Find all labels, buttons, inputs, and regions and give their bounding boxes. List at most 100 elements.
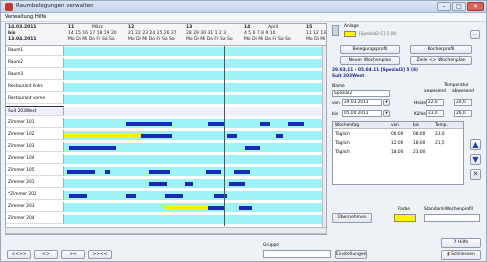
booking-bar[interactable] <box>234 170 250 174</box>
von-date-field[interactable]: 29.03.2011 <box>342 99 382 106</box>
kochprofil-button[interactable]: Kocherprofil <box>410 45 472 54</box>
von-date-dropdown[interactable]: ▾ <box>383 99 390 106</box>
room-label[interactable]: *Zimmer 202 <box>6 190 64 200</box>
vertical-scrollbar[interactable] <box>322 46 326 234</box>
anlage-select-button[interactable]: … <box>470 30 480 39</box>
standard-wochenprofil-select[interactable] <box>424 214 480 222</box>
table-row[interactable]: Täglich 12:00 18:00 21,5 <box>333 139 463 148</box>
room-timeline[interactable] <box>64 107 322 117</box>
booking-bar[interactable] <box>208 206 224 210</box>
room-timeline[interactable] <box>64 131 322 141</box>
nav-next-button[interactable]: >< <box>61 250 85 259</box>
room-label[interactable]: Zimmer 101 <box>6 118 64 128</box>
booking-bar[interactable] <box>149 182 168 186</box>
room-label[interactable]: Restaurant vorne <box>6 94 64 104</box>
month-label: März <box>92 25 103 30</box>
room-timeline[interactable] <box>64 71 322 81</box>
booking-bar[interactable] <box>105 170 111 174</box>
room-timeline[interactable] <box>64 95 322 105</box>
room-label[interactable]: Zimmer 104 <box>6 154 64 164</box>
heizen-abwesend-field[interactable]: 20,0 <box>454 99 472 106</box>
booking-bar[interactable] <box>275 134 284 138</box>
booking-bar[interactable] <box>125 122 173 126</box>
heizen-anwesend-field[interactable]: 22,0 <box>426 99 444 106</box>
schliessen-button[interactable]: ▮ Schliessen <box>441 250 481 260</box>
move-up-button[interactable]: ▲ <box>470 139 481 150</box>
bis-date-field[interactable]: 05.04.2011 <box>342 110 382 117</box>
room-timeline[interactable] <box>64 143 322 153</box>
horizontal-scrollbar[interactable] <box>5 227 327 234</box>
room-timeline[interactable] <box>64 167 322 177</box>
nav-first-button[interactable]: <<>> <box>7 250 31 259</box>
room-label[interactable]: Zimmer 201 <box>6 178 64 188</box>
booking-bar[interactable] <box>208 122 224 126</box>
kuehlen-anwesend-field[interactable]: 23,0 <box>426 110 444 117</box>
booking-bar[interactable] <box>229 182 245 186</box>
kuehlen-abwesend-field[interactable]: 26,0 <box>454 110 472 117</box>
booking-bar[interactable] <box>64 134 142 138</box>
title-bar: Raumbelegungen verwalten – □ ✕ <box>1 1 486 13</box>
room-timeline[interactable] <box>64 179 322 189</box>
hilfe-button[interactable]: ? Hilfe <box>441 238 481 248</box>
room-timeline[interactable] <box>64 119 322 129</box>
booking-bar[interactable] <box>125 194 137 198</box>
booking-bar[interactable] <box>239 206 253 210</box>
einstellungen-button[interactable]: Einstellungen <box>335 250 367 259</box>
booking-bar[interactable] <box>69 194 88 198</box>
booking-bar[interactable] <box>149 170 170 174</box>
nav-last-button[interactable]: >><< <box>88 250 112 259</box>
booking-bar[interactable] <box>164 194 183 198</box>
booking-bar[interactable] <box>66 170 95 174</box>
room-timeline[interactable] <box>64 47 322 57</box>
nav-prev-button[interactable]: <> <box>34 250 58 259</box>
room-timeline[interactable] <box>64 191 322 201</box>
uebernehmen-button[interactable]: Übernehmen <box>332 213 372 223</box>
table-cell: 08:00 <box>413 132 426 137</box>
booking-bar[interactable] <box>244 146 261 150</box>
room-timeline[interactable] <box>64 155 322 165</box>
minimize-button[interactable]: – <box>437 2 451 11</box>
building-icon <box>332 25 339 36</box>
room-label[interactable]: Restaurant links <box>6 82 64 92</box>
room-label[interactable]: Raum3 <box>6 70 64 80</box>
neuer-wochenplan-button[interactable]: Neuer Wochenplan <box>340 56 400 65</box>
name-field[interactable]: Spezial2 <box>332 90 390 97</box>
room-label[interactable]: Zimmer 204 <box>6 214 64 224</box>
menu-hilfe[interactable]: Hilfe <box>35 14 46 20</box>
room-label[interactable]: Zimmer 102 <box>6 130 64 140</box>
room-timeline[interactable] <box>64 203 322 213</box>
zeile-wochenplan-button[interactable]: Zeile <> Wochenplan <box>410 56 472 65</box>
gruppe-select[interactable] <box>263 250 331 258</box>
room-label[interactable]: Raum2 <box>6 58 64 68</box>
booking-bar[interactable] <box>141 134 173 138</box>
app-window: Raumbelegungen verwalten – □ ✕ Verwaltun… <box>0 0 487 262</box>
room-label[interactable]: Suit 203West <box>6 106 64 116</box>
room-timeline[interactable] <box>64 83 322 93</box>
booking-bar[interactable] <box>69 146 116 150</box>
delete-button[interactable]: ✕ <box>470 169 481 180</box>
move-down-button[interactable]: ▼ <box>470 154 481 165</box>
booking-bar[interactable] <box>226 134 237 138</box>
room-label[interactable]: Zimmer 203 <box>6 202 64 212</box>
room-label[interactable]: Raum1 <box>6 46 64 56</box>
close-button[interactable]: ✕ <box>467 2 484 11</box>
app-icon <box>5 3 13 11</box>
room-label[interactable]: Zimmer 105 <box>6 166 64 176</box>
farbe-swatch[interactable] <box>394 214 416 222</box>
room-label[interactable]: Zimmer 103 <box>6 142 64 152</box>
table-row[interactable]: Täglich 18:00 23:00 <box>333 148 463 157</box>
maximize-button[interactable]: □ <box>452 2 466 11</box>
belegungsprofil-button[interactable]: Belegungsprofil <box>340 45 400 54</box>
booking-bar[interactable] <box>164 206 209 210</box>
week-number: 14 <box>244 25 251 30</box>
table-row[interactable]: Täglich 06:00 08:00 23,0 <box>333 130 463 139</box>
menu-verwaltung[interactable]: Verwaltung <box>5 14 33 20</box>
bis-date-dropdown[interactable]: ▾ <box>383 110 390 117</box>
room-timeline[interactable] <box>64 215 322 225</box>
booking-bar[interactable] <box>260 122 271 126</box>
booking-bar[interactable] <box>185 182 193 186</box>
schedule-table: Wochentag von bis Temp. Täglich 06:00 08:0… <box>332 121 464 185</box>
booking-bar[interactable] <box>288 122 304 126</box>
booking-bar[interactable] <box>205 170 222 174</box>
room-timeline[interactable] <box>64 59 322 69</box>
